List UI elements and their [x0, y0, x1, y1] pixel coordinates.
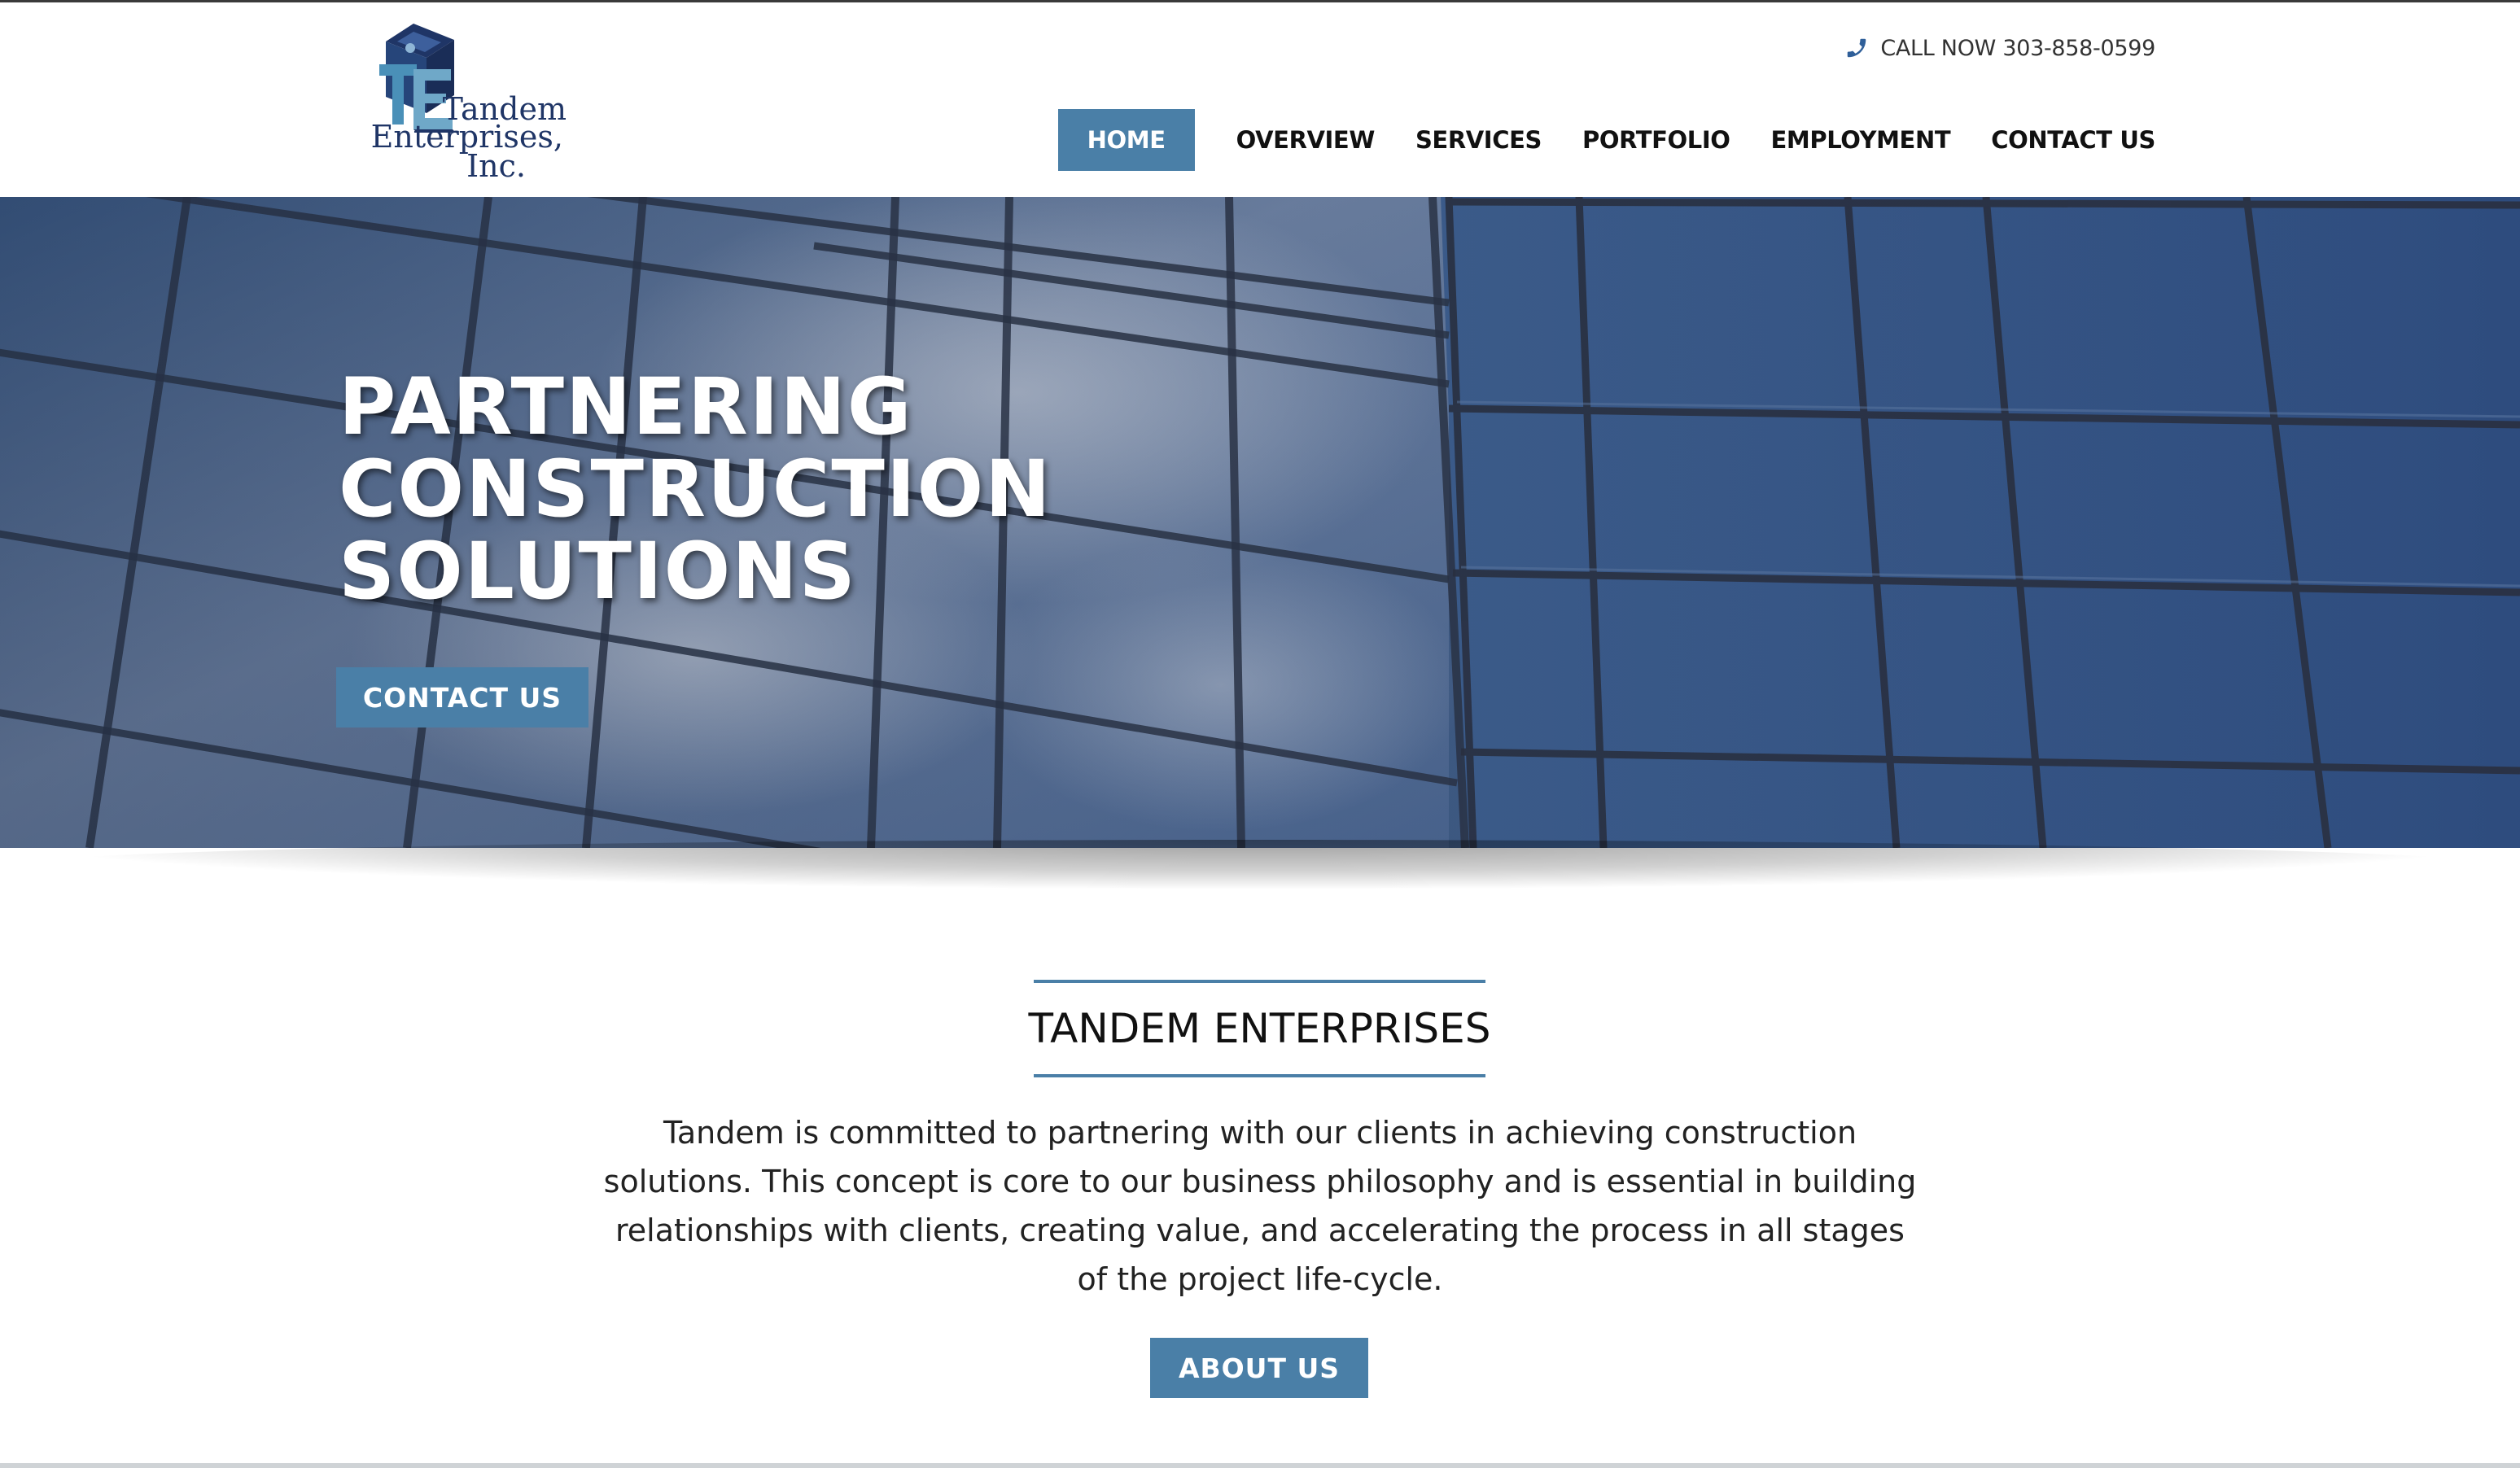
- hero-banner: PARTNERING CONSTRUCTION SOLUTIONS CONTAC…: [0, 197, 2520, 848]
- hero-title-line-1: PARTNERING: [339, 361, 913, 452]
- logo-text-line-3: Inc.: [466, 148, 526, 184]
- intro-paragraph: Tandem is committed to partnering with o…: [603, 1115, 1917, 1297]
- phone-icon: [1848, 38, 1866, 58]
- intro-heading: TANDEM ENTERPRISES: [1028, 1005, 1491, 1052]
- page: Tandem Enterprises, Inc. CALL NOW 303-85…: [0, 0, 2520, 1468]
- section-divider: [0, 1463, 2520, 1468]
- nav-contact-us[interactable]: CONTACT US: [1971, 109, 2155, 171]
- intro-heading-block: TANDEM ENTERPRISES: [1029, 980, 1490, 1077]
- nav-overview[interactable]: OVERVIEW: [1216, 109, 1395, 171]
- about-us-button[interactable]: ABOUT US: [1150, 1338, 1368, 1398]
- hero-contact-us-button[interactable]: CONTACT US: [336, 667, 588, 727]
- hero-curved-shadow: [33, 840, 2487, 889]
- nav-employment[interactable]: EMPLOYMENT: [1751, 109, 1971, 171]
- phone-number: CALL NOW 303-858-0599: [1880, 35, 2155, 61]
- call-now[interactable]: CALL NOW 303-858-0599: [1844, 32, 2155, 64]
- hero-title-line-2: CONSTRUCTION: [339, 443, 1052, 535]
- nav-services[interactable]: SERVICES: [1395, 109, 1562, 171]
- hero-title: PARTNERING CONSTRUCTION SOLUTIONS: [339, 366, 1052, 613]
- site-logo[interactable]: Tandem Enterprises, Inc.: [363, 17, 568, 188]
- main-nav: HOME OVERVIEW SERVICES PORTFOLIO EMPLOYM…: [1057, 109, 2155, 171]
- nav-portfolio[interactable]: PORTFOLIO: [1562, 109, 1751, 171]
- site-header: Tandem Enterprises, Inc. CALL NOW 303-85…: [0, 2, 2520, 197]
- nav-home[interactable]: HOME: [1057, 109, 1195, 171]
- hero-title-line-3: SOLUTIONS: [339, 526, 857, 617]
